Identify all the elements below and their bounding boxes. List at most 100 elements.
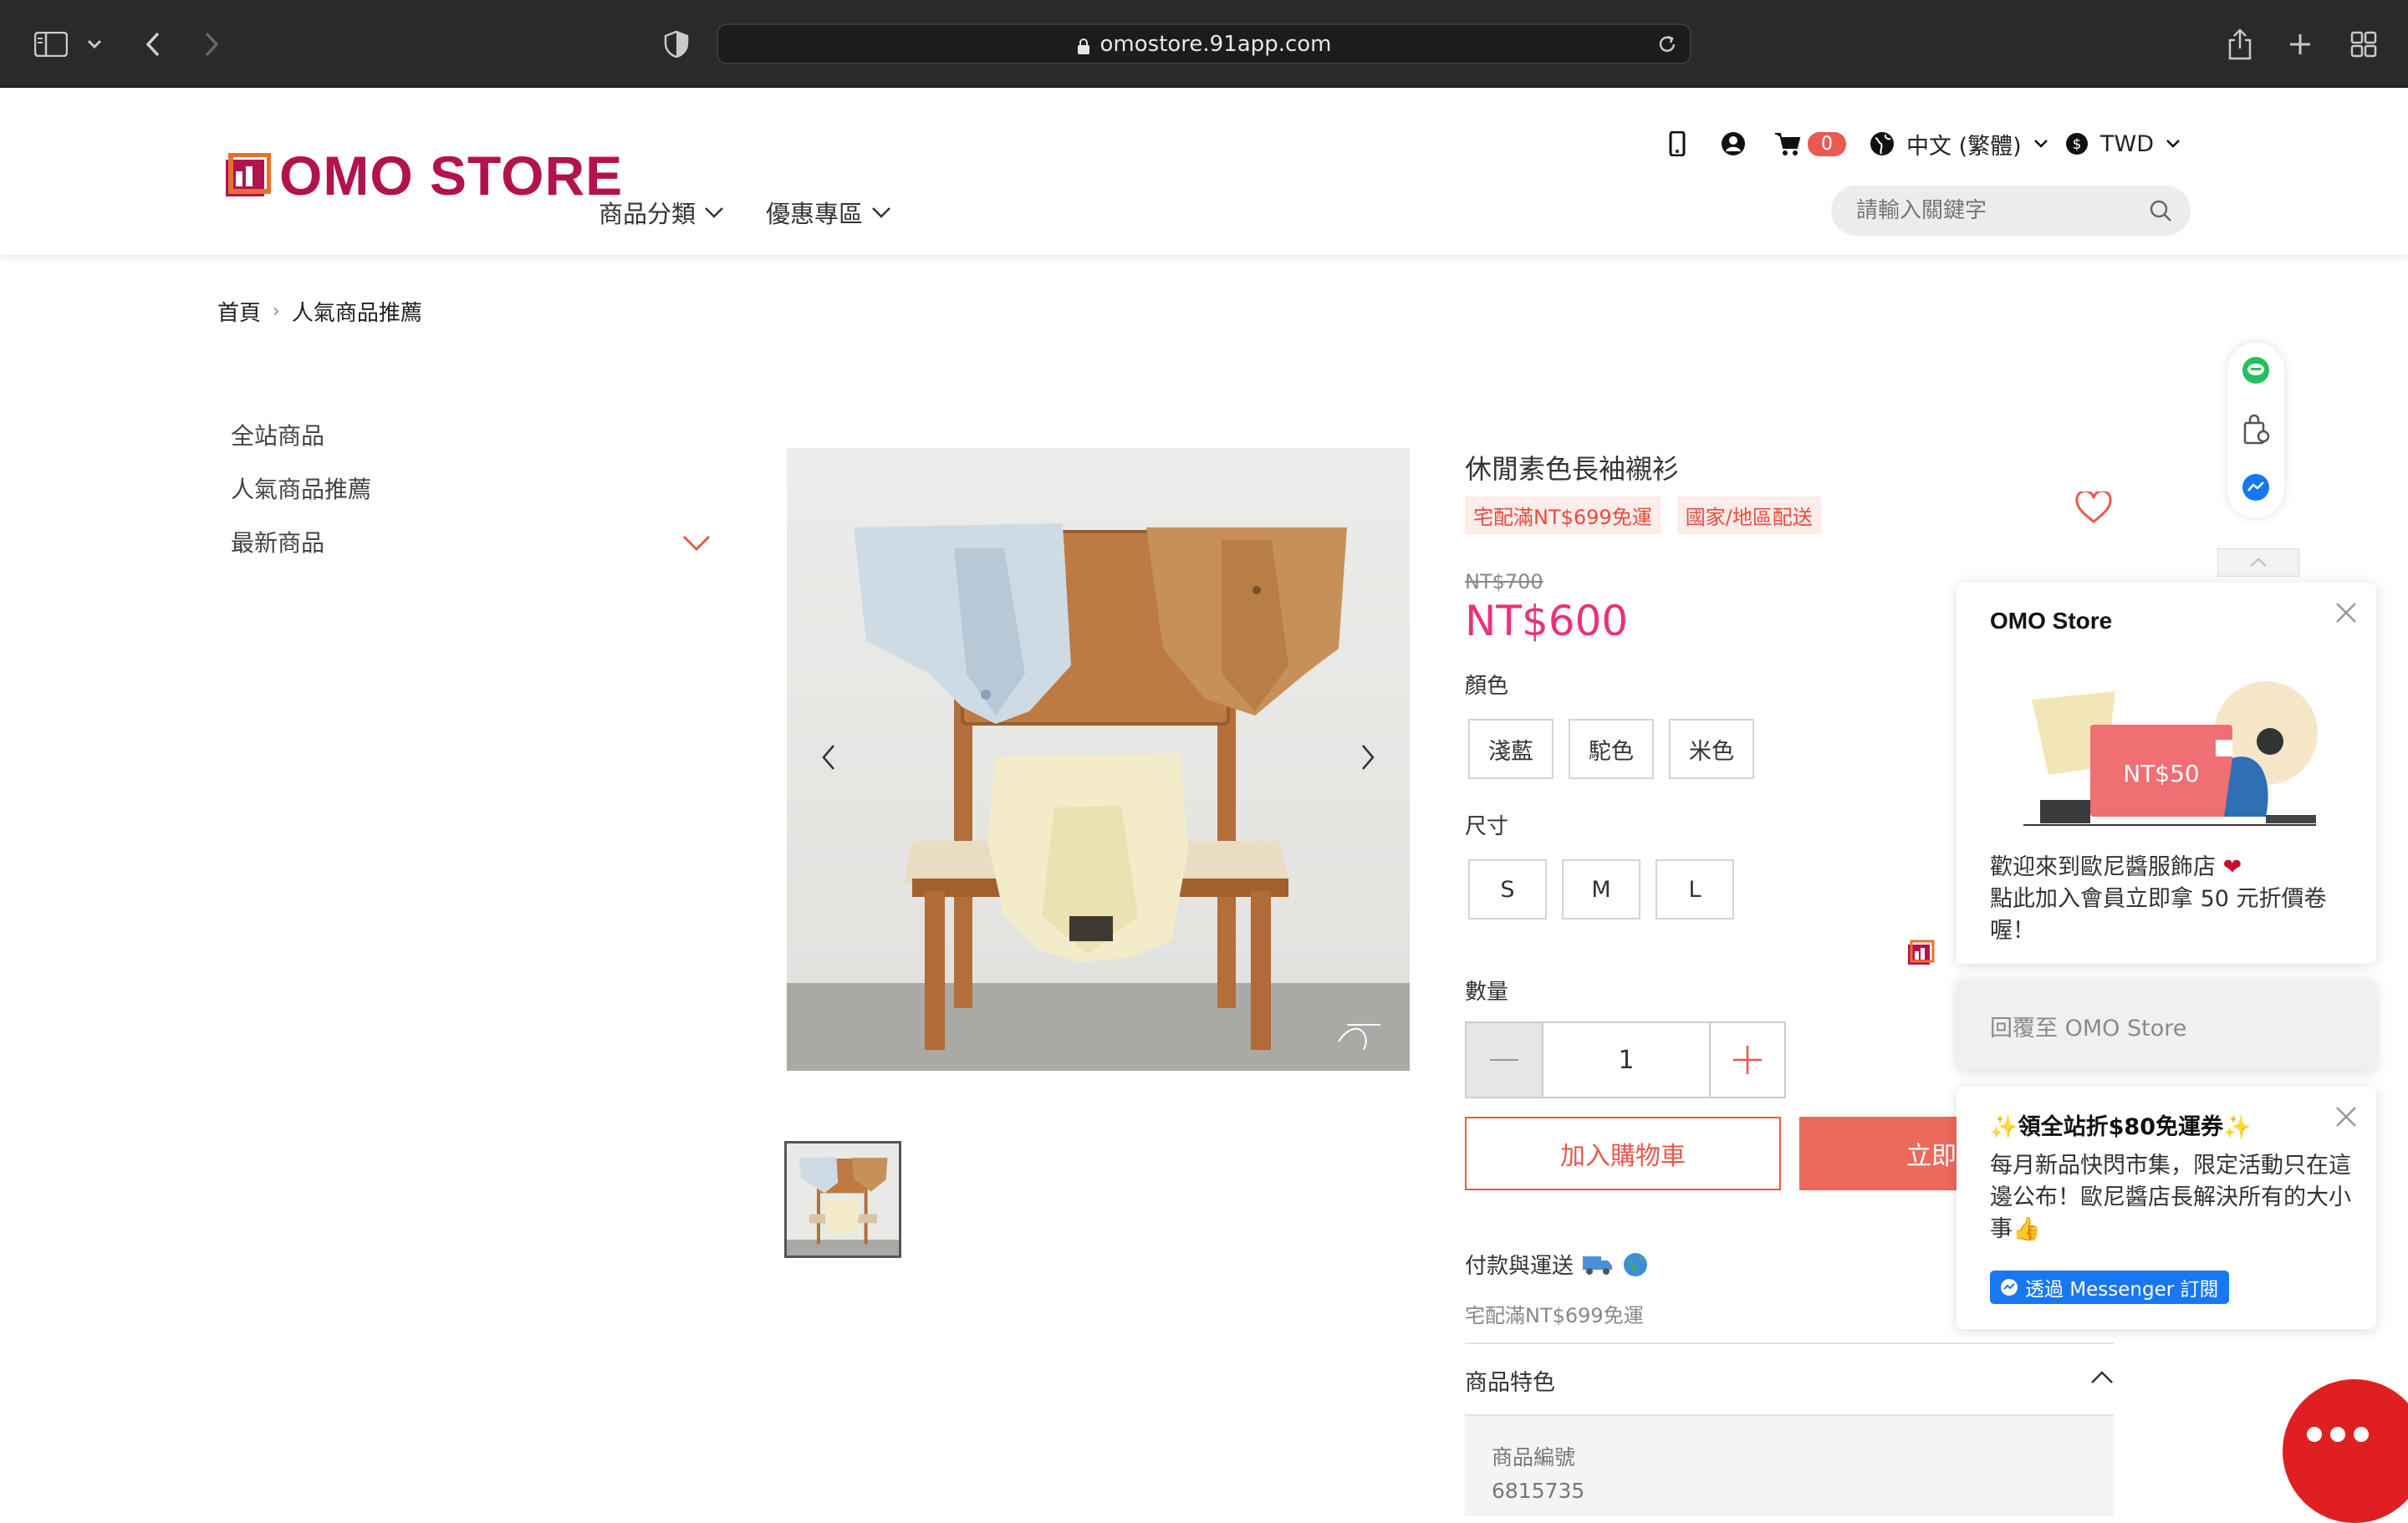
chevron-up-icon — [2250, 558, 2267, 567]
messenger-icon[interactable] — [2242, 473, 2270, 502]
sale-price: NT$600 — [1465, 597, 1629, 645]
color-option[interactable]: 淺藍 — [1468, 719, 1553, 779]
image-prev-button[interactable] — [804, 724, 854, 791]
thumbnail-photo — [787, 1144, 899, 1256]
reload-icon[interactable] — [1656, 33, 1678, 61]
messenger-subscribe-button[interactable]: 透過 Messenger 訂閱 — [1990, 1271, 2229, 1304]
coupon-bag-icon[interactable] — [2242, 414, 2270, 445]
chat-welcome-card[interactable]: OMO Store NT$50 歡迎來到歐尼醬服飾店 ❤ 點此加入會員立即拿 5… — [1956, 583, 2376, 964]
quantity-value[interactable]: 1 — [1543, 1023, 1709, 1097]
chevron-down-icon — [2033, 140, 2048, 148]
lock-icon — [1077, 36, 1090, 54]
address-bar[interactable]: omostore.91app.com — [717, 23, 1691, 64]
mobile-app-icon[interactable] — [1669, 123, 1686, 165]
share-icon[interactable] — [2221, 25, 2259, 64]
chevron-down-icon[interactable] — [682, 530, 711, 558]
chevron-down-icon — [872, 207, 890, 218]
size-label: 尺寸 — [1465, 814, 1509, 839]
dot — [2354, 1427, 2369, 1442]
currency-icon: $ — [2066, 133, 2088, 155]
back-icon[interactable] — [134, 25, 172, 64]
chat-launcher-button[interactable] — [2283, 1379, 2408, 1523]
coupon-title: ✨領全站折$80免運券✨ — [1990, 1108, 2252, 1141]
chevron-down-icon[interactable] — [75, 25, 114, 64]
coupon-body-text: 每月新品快閃市集，限定活動只在這邊公布！歐尼醬店長解決所有的大小事 — [1990, 1153, 2351, 1242]
category-sidebar: 全站商品 人氣商品推薦 最新商品 — [231, 408, 716, 568]
sidebar-item-label: 最新商品 — [231, 529, 325, 557]
shipping-note: 宅配滿NT$699免運 — [1465, 1304, 1644, 1327]
sku-value: 6815735 — [1492, 1479, 1585, 1503]
sparkle-icon: ✨ — [1990, 1114, 2018, 1140]
sidebar-toggle-icon[interactable] — [32, 25, 70, 64]
coupon-body: 每月新品快閃市集，限定活動只在這邊公布！歐尼醬店長解決所有的大小事👍 — [1990, 1150, 2358, 1245]
svg-text:$: $ — [2073, 136, 2082, 153]
nav-categories[interactable]: 商品分類 — [599, 195, 724, 230]
currency-label: TWD — [2100, 130, 2154, 157]
account-icon[interactable] — [1721, 123, 1746, 165]
product-main-image[interactable] — [787, 448, 1410, 1071]
search-icon[interactable] — [2149, 199, 2172, 228]
favorite-heart-icon[interactable] — [2075, 489, 2112, 528]
size-option[interactable]: M — [1562, 859, 1640, 919]
chat-store-name: OMO Store — [1990, 608, 2113, 634]
sparkle-icon: ✨ — [2223, 1114, 2252, 1140]
close-icon[interactable] — [2334, 601, 2358, 628]
search-input[interactable] — [1856, 198, 2124, 223]
cart-button[interactable]: 0 — [1774, 123, 1846, 165]
chevron-right-icon — [1362, 745, 1375, 770]
line-icon[interactable] — [2242, 356, 2270, 385]
divider — [1465, 1342, 2114, 1344]
welcome-line-2: 點此加入會員立即拿 50 元折價卷喔！ — [1990, 886, 2327, 944]
main-nav: 商品分類 優惠專區 — [599, 195, 891, 230]
sidebar-item-label: 人氣商品推薦 — [231, 476, 372, 503]
add-to-cart-button[interactable]: 加入購物車 — [1465, 1117, 1781, 1190]
new-tab-icon[interactable] — [2281, 25, 2319, 64]
close-icon[interactable] — [2334, 1105, 2358, 1132]
globe-icon — [1870, 132, 1894, 155]
sidebar-item-new[interactable]: 最新商品 — [231, 515, 716, 568]
nav-label: 商品分類 — [599, 200, 696, 228]
privacy-shield-icon[interactable] — [657, 25, 696, 64]
chevron-down-icon — [705, 207, 723, 218]
site-header: OMO STORE 商品分類 優惠專區 0 中文 (繁體) $ TWD — [0, 88, 2408, 255]
sku-label: 商品編號 — [1492, 1445, 1576, 1470]
forward-icon[interactable] — [192, 25, 231, 64]
chat-reply-field[interactable]: 回覆至 OMO Store — [1956, 980, 2376, 1070]
original-price: NT$700 — [1465, 570, 1543, 593]
size-option[interactable]: S — [1468, 859, 1547, 919]
color-option[interactable]: 駝色 — [1569, 719, 1654, 779]
coupon-illustration: NT$50 — [2015, 675, 2324, 833]
subscribe-label: 透過 Messenger 訂閱 — [2025, 1279, 2219, 1301]
color-label: 顏色 — [1465, 674, 1509, 699]
currency-selector[interactable]: $ TWD — [2065, 123, 2181, 165]
product-thumbnail[interactable] — [784, 1141, 901, 1258]
size-option[interactable]: L — [1656, 859, 1734, 919]
tab-overview-icon[interactable] — [2344, 25, 2383, 64]
cart-icon — [1775, 133, 1801, 155]
image-next-button[interactable] — [1343, 724, 1393, 791]
language-selector[interactable]: 中文 (繁體) — [1870, 123, 2048, 165]
color-option[interactable]: 米色 — [1669, 719, 1754, 779]
sidebar-item-all[interactable]: 全站商品 — [231, 408, 716, 461]
header-utility-bar: 0 中文 (繁體) $ TWD — [0, 123, 2408, 165]
welcome-line-1: 歡迎來到歐尼醬服飾店 — [1990, 854, 2216, 880]
chat-coupon-card[interactable]: ✨領全站折$80免運券✨ 每月新品快閃市集，限定活動只在這邊公布！歐尼醬店長解決… — [1956, 1087, 2376, 1329]
search-bar — [1831, 186, 2191, 236]
sidebar-item-popular[interactable]: 人氣商品推薦 — [231, 461, 716, 515]
shipping-tag: 宅配滿NT$699免運 — [1465, 497, 1661, 534]
color-options: 淺藍 駝色 米色 — [1468, 719, 1754, 779]
breadcrumb-current[interactable]: 人氣商品推薦 — [292, 296, 422, 327]
product-tags: 宅配滿NT$699免運 國家/地區配送 — [1465, 497, 1821, 534]
quantity-label: 數量 — [1465, 980, 1509, 1005]
scroll-to-top-button[interactable] — [2217, 548, 2299, 577]
breadcrumb-home[interactable]: 首頁 — [217, 296, 261, 327]
buy-now-label: 立即 — [1906, 1142, 1956, 1171]
dot — [2307, 1427, 2322, 1442]
nav-promotions[interactable]: 優惠專區 — [766, 195, 891, 230]
quantity-decrease-button[interactable] — [1467, 1023, 1543, 1097]
quantity-increase-button[interactable] — [1709, 1023, 1784, 1097]
language-label: 中文 (繁體) — [1906, 133, 2022, 160]
heart-icon: ❤ — [2222, 854, 2242, 880]
thumbs-up-icon: 👍 — [2013, 1216, 2041, 1242]
features-accordion-header[interactable]: 商品特色 — [1465, 1364, 2114, 1397]
